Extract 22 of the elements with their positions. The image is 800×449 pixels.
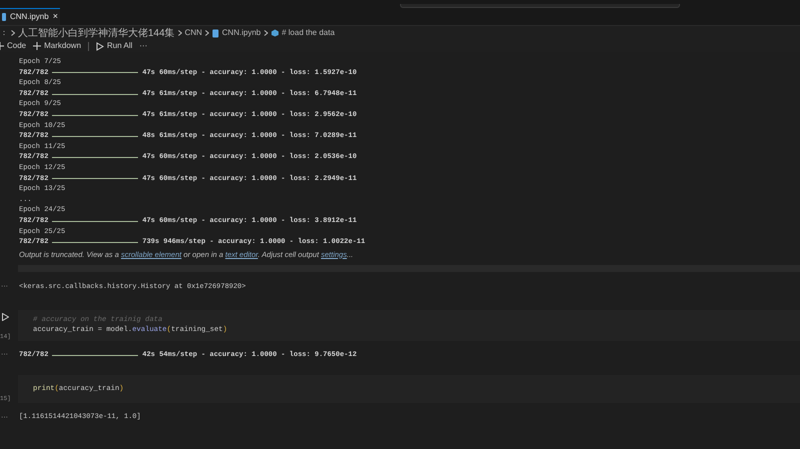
close-button[interactable]: ×	[52, 10, 58, 24]
notebook-icon	[2, 13, 6, 21]
notebook-icon	[212, 28, 220, 38]
tab-title: CNN.ipynb	[10, 11, 49, 23]
breadcrumb-item[interactable]: # load the data	[282, 27, 335, 39]
breadcrumb-item[interactable]: 人工智能小白到学神清华大佬144集	[18, 26, 175, 40]
chevron-right-icon	[178, 30, 182, 36]
chevron-right-icon	[264, 30, 268, 36]
chevron-right-icon	[11, 30, 15, 36]
add-cell-button[interactable]: Code	[0, 40, 26, 52]
run-all-button[interactable]: Run All	[96, 40, 132, 52]
add-cell-button[interactable]: Markdown	[33, 40, 82, 52]
run-icon	[96, 42, 104, 50]
more-button[interactable]: ···	[139, 40, 148, 52]
breadcrumb-item[interactable]: CNN	[184, 27, 202, 39]
run-cell-icon[interactable]	[2, 312, 9, 321]
editor-tab[interactable]: CNN.ipynb ×	[0, 8, 60, 25]
plus-icon	[33, 42, 42, 50]
breadcrumb-item[interactable]: CNN.ipynb	[222, 27, 261, 39]
cube-icon	[270, 29, 279, 37]
breadcrumb-item[interactable]: ：	[0, 27, 8, 39]
chevron-right-icon	[205, 30, 210, 36]
